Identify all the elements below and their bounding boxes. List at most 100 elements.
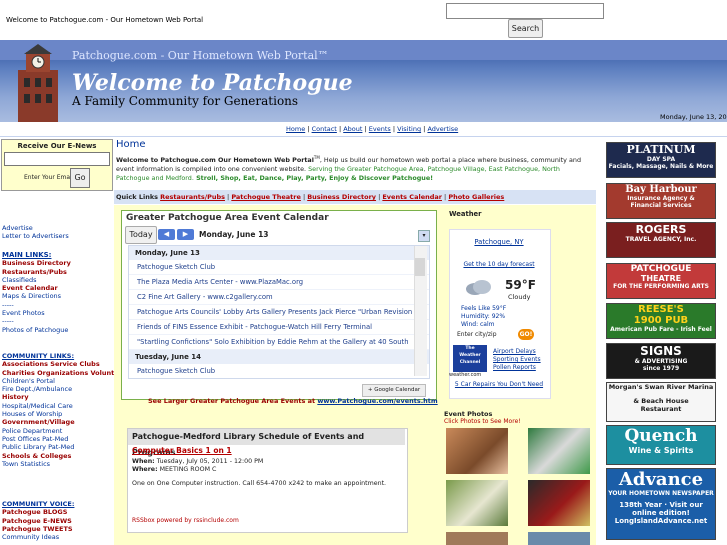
library-event-description: One on One Computer instruction. Call 65… bbox=[132, 480, 387, 487]
nav-visiting[interactable]: Visiting bbox=[397, 125, 421, 133]
ad-platinum-day-spa[interactable]: PLATINUM DAY SPA Facials, Massage, Nails… bbox=[606, 142, 716, 178]
weather-link-sporting[interactable]: Sporting Events bbox=[493, 356, 541, 364]
weather-condition: Cloudy bbox=[508, 293, 531, 301]
nav-advertise[interactable]: Advertise bbox=[427, 125, 458, 133]
calendar-title: Greater Patchogue Area Event Calendar bbox=[126, 213, 329, 223]
calendar-day-header: Tuesday, June 14 bbox=[129, 350, 429, 364]
calendar-scroll-thumb[interactable] bbox=[415, 258, 425, 276]
calendar-dropdown-icon[interactable]: ▾ bbox=[418, 230, 430, 242]
calendar-event[interactable]: Friends of FINS Essence Exhibit - Patcho… bbox=[129, 320, 429, 335]
event-photo[interactable] bbox=[446, 428, 508, 474]
left-link-ideas[interactable]: Community Ideas bbox=[2, 533, 74, 541]
ad-line1: Morgan's Swan River Marina bbox=[608, 383, 714, 391]
calendar-event[interactable]: C2 Fine Art Gallery - www.c2gallery.com bbox=[129, 290, 429, 305]
weather-link-airport[interactable]: Airport Delays bbox=[493, 348, 541, 356]
calendar-prev-icon[interactable]: ◀ bbox=[158, 229, 175, 240]
weather-car-repairs-link[interactable]: 5 Car Repairs You Don't Need bbox=[449, 381, 549, 388]
calendar-next-icon[interactable]: ▶ bbox=[177, 229, 194, 240]
ad-reeses-pub[interactable]: REESE'S 1900 PUB American Pub Fare - Iri… bbox=[606, 303, 716, 339]
left-link-letter[interactable]: Letter to Advertisers bbox=[2, 232, 69, 240]
weather-humidity: Humidity: 92% bbox=[461, 313, 506, 320]
ad-patchogue-theatre[interactable]: PATCHOGUE THEATRE FOR THE PERFORMING ART… bbox=[606, 263, 716, 299]
left-link-enews[interactable]: Patchogue E-NEWS bbox=[2, 517, 74, 525]
main-links: MAIN LINKS: Business Directory Restauran… bbox=[2, 251, 71, 334]
calendar-event[interactable]: Patchogue Sketch Club bbox=[129, 364, 429, 378]
ad-line1: PLATINUM bbox=[626, 143, 696, 156]
left-link-business-directory[interactable]: Business Directory bbox=[2, 259, 71, 267]
ad-quench[interactable]: Quench Wine & Spirits bbox=[606, 425, 716, 465]
quick-link-events[interactable]: Events Calendar bbox=[382, 193, 442, 201]
search-button[interactable]: Search bbox=[508, 19, 543, 38]
community-voice-heading: COMMUNITY VOICE: bbox=[2, 500, 75, 508]
enews-title: Receive Our E-News bbox=[17, 142, 97, 150]
nav-home[interactable]: Home bbox=[286, 125, 305, 133]
calendar-event[interactable]: "Startling Confictions" Solo Exhibition … bbox=[129, 335, 429, 350]
event-photo[interactable] bbox=[446, 532, 508, 545]
ad-morgans-marina[interactable]: Morgan's Swan River Marina & Beach House… bbox=[606, 382, 716, 422]
when-value: Tuesday, July 05, 2011 - 12:00 PM bbox=[154, 458, 264, 465]
weather-link-pollen[interactable]: Pollen Reports bbox=[493, 364, 541, 372]
weather-location[interactable]: Patchogue, NY bbox=[449, 238, 549, 246]
ad-rogers-travel[interactable]: ROGERS TRAVEL AGENCY, Inc. bbox=[606, 222, 716, 258]
enews-email-input[interactable] bbox=[4, 152, 110, 166]
ad-signs-advertising[interactable]: SIGNS & ADVERTISING since 1979 bbox=[606, 343, 716, 379]
see-larger-link[interactable]: www.Patchogue.com/events.htm bbox=[317, 397, 437, 405]
ad-line3: Facials, Massage, Nails & More bbox=[608, 163, 714, 170]
weather-forecast-link[interactable]: Get the 10 day forecast bbox=[449, 261, 549, 268]
weather-channel-logo[interactable]: The Weather Channel bbox=[453, 345, 487, 372]
quick-link-business[interactable]: Business Directory bbox=[307, 193, 376, 201]
ad-bay-harbour[interactable]: Bay Harbour Insurance Agency & Financial… bbox=[606, 183, 716, 219]
left-top-links: Advertise Letter to Advertisers bbox=[2, 224, 69, 241]
quick-link-restaurants[interactable]: Restaurants/Pubs bbox=[160, 193, 225, 201]
left-link-tweets[interactable]: Patchogue TWEETS bbox=[2, 525, 74, 533]
page-title: Home bbox=[116, 139, 146, 150]
ad-long-island-advance[interactable]: Advance YOUR HOMETOWN NEWSPAPER 138th Ye… bbox=[606, 468, 716, 540]
left-link-event-photos[interactable]: Event Photos bbox=[2, 309, 71, 317]
weather-feels-like: Feels Like 59°F bbox=[461, 305, 507, 312]
ad-line1: PATCHOGUE bbox=[630, 264, 692, 274]
left-link-blogs[interactable]: Patchogue BLOGS bbox=[2, 508, 74, 516]
enews-go-button[interactable]: Go bbox=[70, 168, 90, 188]
event-photo[interactable] bbox=[528, 532, 590, 545]
search-input[interactable] bbox=[446, 3, 604, 19]
left-link-advertise[interactable]: Advertise bbox=[2, 224, 69, 232]
nav-contact[interactable]: Contact bbox=[312, 125, 337, 133]
event-photo[interactable] bbox=[528, 480, 590, 526]
see-larger-text: See Larger Greater Patchogue Area Events… bbox=[148, 397, 318, 405]
ad-line3: 138th Year · Visit our online edition! L… bbox=[614, 501, 708, 525]
nav-events[interactable]: Events bbox=[369, 125, 391, 133]
weather-go-button[interactable]: GO! bbox=[518, 329, 534, 340]
ad-line2: & ADVERTISING bbox=[634, 358, 688, 365]
left-link-classifieds[interactable]: Classifieds bbox=[2, 276, 71, 284]
quick-links: Quick Links Restaurants/Pubs | Patchogue… bbox=[116, 193, 505, 201]
calendar-today-button[interactable]: Today bbox=[125, 226, 157, 244]
nav-about[interactable]: About bbox=[343, 125, 362, 133]
calendar-event[interactable]: Patchogue Sketch Club bbox=[129, 260, 429, 275]
google-calendar-badge[interactable]: + Google Calendar bbox=[362, 384, 426, 397]
quick-link-photos[interactable]: Photo Galleries bbox=[448, 193, 504, 201]
nav-links: Home | Contact | About | Events | Visiti… bbox=[286, 125, 459, 133]
intro-bold: Welcome to Patchogue.com Our Hometown We… bbox=[116, 156, 314, 165]
calendar-event[interactable]: Patchogue Arts Councils' Lobby Arts Gall… bbox=[129, 305, 429, 320]
where-label: Where: bbox=[132, 466, 158, 473]
ad-line2: Wine & Spirits bbox=[628, 446, 694, 455]
ad-line1: Bay Harbour bbox=[625, 184, 697, 195]
community-voice: COMMUNITY VOICE: Patchogue BLOGS Patchog… bbox=[2, 500, 74, 541]
calendar-event[interactable]: The Plaza Media Arts Center - www.PlazaM… bbox=[129, 275, 429, 290]
left-link-event-calendar[interactable]: Event Calendar bbox=[2, 284, 71, 292]
left-link-maps[interactable]: Maps & Directions bbox=[2, 292, 71, 300]
when-label: When: bbox=[132, 458, 155, 465]
quick-link-theatre[interactable]: Patchogue Theatre bbox=[231, 193, 301, 201]
calendar-event-list: Monday, June 13 Patchogue Sketch Club Th… bbox=[128, 245, 430, 379]
event-photo[interactable] bbox=[446, 480, 508, 526]
left-link-photos-patchogue[interactable]: Photos of Patchogue bbox=[2, 326, 71, 334]
rssbox-credit[interactable]: RSSbox powered by rssinclude.com bbox=[132, 517, 239, 524]
weather-zip-label[interactable]: Enter city/zip bbox=[457, 331, 497, 338]
library-event-link[interactable]: Computer Basics 1 on 1 bbox=[132, 446, 232, 455]
event-photo[interactable] bbox=[528, 428, 590, 474]
ad-line1: Quench bbox=[624, 426, 698, 446]
cloud-icon bbox=[466, 280, 491, 295]
library-feed-title: Patchogue-Medford Library Schedule of Ev… bbox=[128, 429, 405, 457]
weather-com-label: weather.com bbox=[449, 372, 482, 378]
left-link-restaurants[interactable]: Restaurants/Pubs bbox=[2, 268, 71, 276]
